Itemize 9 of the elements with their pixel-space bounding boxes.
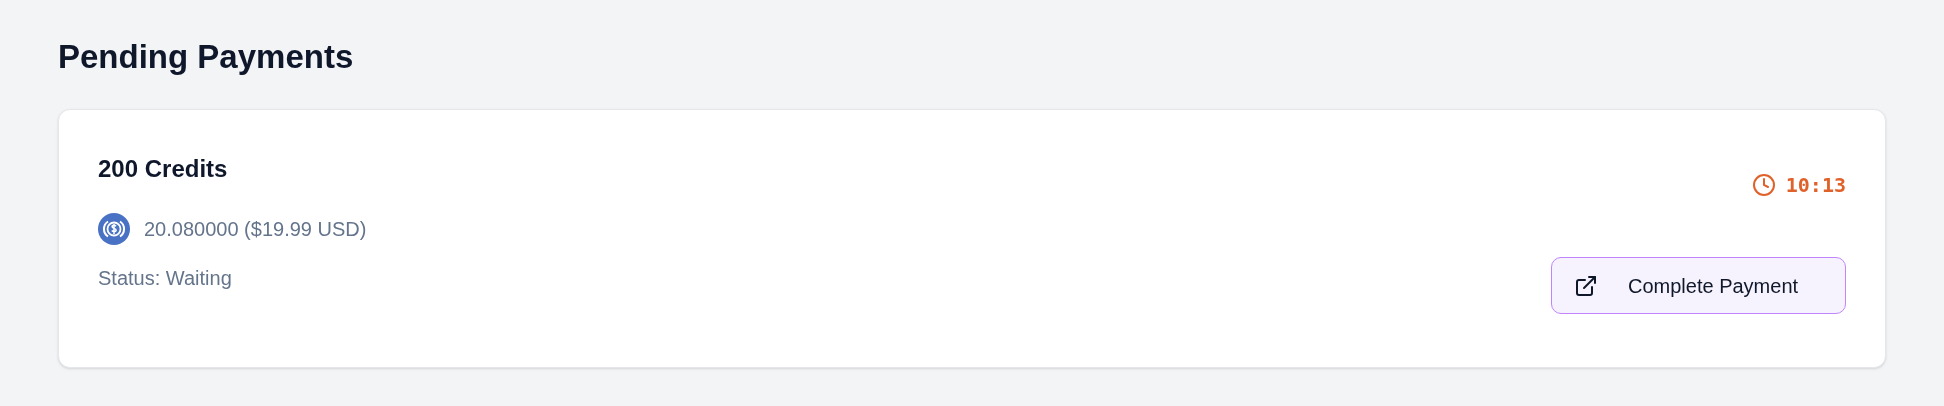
payment-amount: 20.080000 ($19.99 USD) — [144, 217, 367, 242]
payment-status: Status: Waiting — [98, 266, 233, 291]
external-link-icon — [1574, 273, 1598, 298]
page-title: Pending Payments — [58, 37, 355, 77]
countdown-timer: 10:13 — [1785, 172, 1846, 199]
coin-icon — [98, 213, 130, 245]
clock-icon — [1751, 173, 1776, 197]
complete-payment-button[interactable]: Complete Payment — [1551, 257, 1846, 314]
payment-title: 200 Credits — [98, 154, 229, 184]
